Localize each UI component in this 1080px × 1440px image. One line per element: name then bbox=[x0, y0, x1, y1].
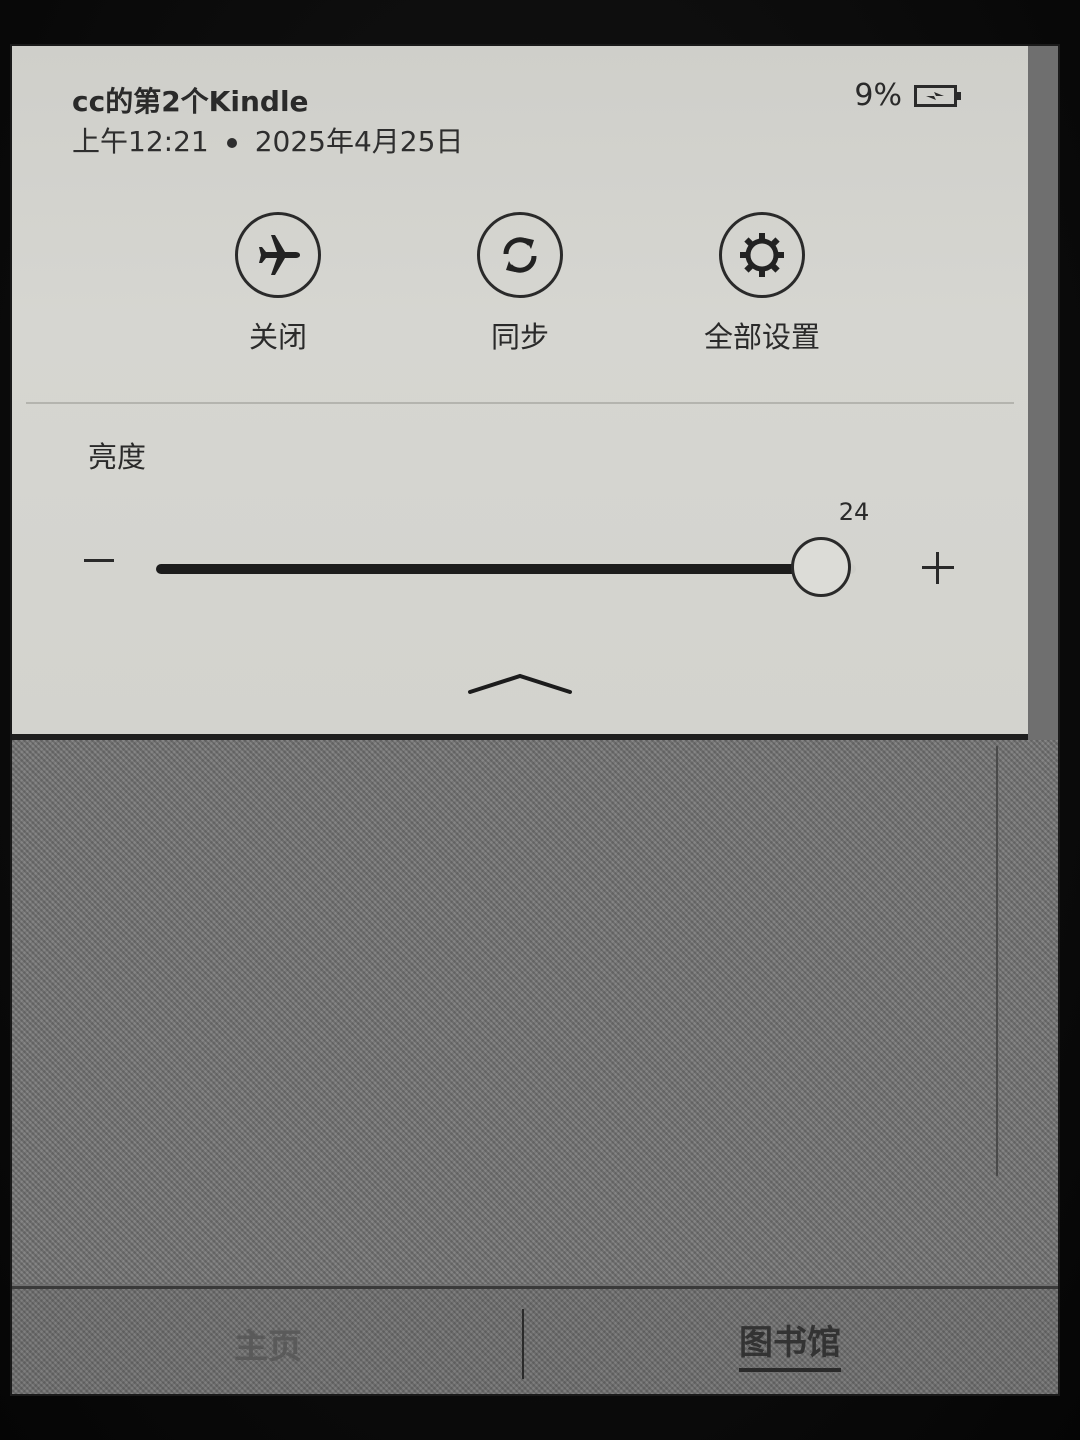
brightness-increase-button[interactable] bbox=[920, 550, 956, 586]
tab-library-label: 图书馆 bbox=[739, 1315, 841, 1372]
panel-divider bbox=[26, 402, 1014, 404]
bottom-nav: 主页 图书馆 bbox=[12, 1286, 1058, 1394]
current-date: 2025年4月25日 bbox=[254, 125, 464, 158]
airplane-mode-button[interactable]: 关闭 bbox=[178, 212, 378, 356]
tab-home[interactable]: 主页 bbox=[12, 1289, 524, 1394]
quick-settings-panel: cc的第2个Kindle 上午12:21 2025年4月25日 9% 关闭 同步… bbox=[12, 46, 1028, 740]
device-name: cc的第2个Kindle bbox=[72, 85, 309, 118]
brightness-value: 24 bbox=[838, 498, 870, 526]
airplane-icon bbox=[235, 212, 321, 298]
battery-percent: 9% bbox=[854, 78, 902, 113]
brightness-slider[interactable] bbox=[156, 537, 856, 597]
nav-divider bbox=[522, 1309, 524, 1379]
scrollbar bbox=[996, 746, 998, 1176]
battery-status: 9% bbox=[854, 78, 961, 113]
brightness-slider-fill bbox=[156, 564, 821, 574]
collapse-panel-handle[interactable] bbox=[466, 670, 574, 696]
separator-dot bbox=[226, 138, 237, 148]
brightness-slider-thumb[interactable] bbox=[791, 537, 851, 597]
chevron-up-icon bbox=[468, 673, 572, 694]
sync-button[interactable]: 同步 bbox=[420, 212, 620, 356]
screen: cc的第2个Kindle 上午12:21 2025年4月25日 9% 关闭 同步… bbox=[12, 46, 1058, 1394]
home-content-dimmed bbox=[12, 740, 1058, 1284]
battery-charging-icon bbox=[914, 83, 961, 109]
clock-time: 上午12:21 bbox=[72, 125, 209, 158]
quick-actions-row: 关闭 同步 全部设置 bbox=[12, 212, 1028, 362]
brightness-decrease-button[interactable] bbox=[80, 540, 120, 580]
datetime: 上午12:21 2025年4月25日 bbox=[72, 120, 463, 160]
airplane-mode-label: 关闭 bbox=[248, 320, 307, 354]
sync-icon bbox=[477, 212, 563, 298]
all-settings-button[interactable]: 全部设置 bbox=[662, 212, 862, 356]
brightness-title: 亮度 bbox=[88, 440, 147, 474]
all-settings-label: 全部设置 bbox=[703, 320, 820, 354]
gear-icon bbox=[719, 212, 805, 298]
sync-label: 同步 bbox=[490, 320, 549, 354]
tab-home-label: 主页 bbox=[234, 1326, 302, 1367]
tab-library[interactable]: 图书馆 bbox=[534, 1289, 1046, 1394]
